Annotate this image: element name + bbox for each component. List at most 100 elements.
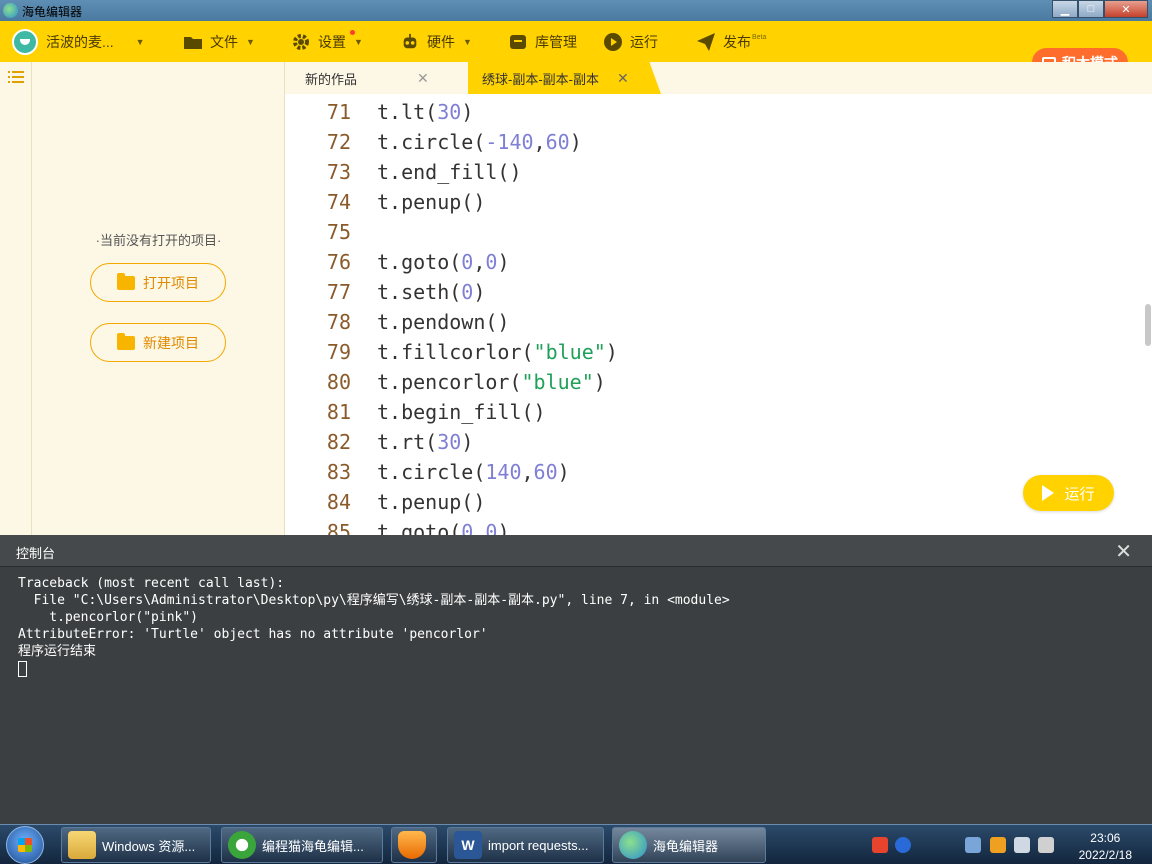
settings-menu[interactable]: 设置 ▼ bbox=[292, 21, 363, 62]
open-project-button[interactable]: 打开项目 bbox=[90, 263, 226, 302]
code-text: t.penup() bbox=[377, 190, 486, 214]
turtle-app-icon bbox=[3, 3, 18, 18]
taskbar-item-word[interactable]: W import requests... bbox=[447, 827, 604, 863]
new-project-button[interactable]: 新建项目 bbox=[90, 323, 226, 362]
display-icon[interactable] bbox=[1014, 837, 1030, 853]
library-label: 库管理 bbox=[535, 33, 577, 50]
code-text: t.pencorlor("blue") bbox=[377, 370, 606, 394]
chevron-down-icon: ▼ bbox=[463, 36, 472, 47]
clock[interactable]: 23:06 2022/2/18 bbox=[1079, 830, 1132, 864]
code-line[interactable]: 80 t.pencorlor("blue") bbox=[285, 367, 606, 397]
line-number: 78 bbox=[326, 310, 351, 334]
line-number: 74 bbox=[326, 190, 351, 214]
code-line[interactable]: 79 t.fillcorlor("blue") bbox=[285, 337, 618, 367]
window-title: 海龟编辑器 bbox=[22, 5, 83, 19]
close-window-button[interactable]: ✕ bbox=[1104, 0, 1148, 18]
taskbar-item-browser[interactable]: 编程猫海龟编辑... bbox=[221, 827, 383, 863]
code-line[interactable]: 74 t.penup() bbox=[285, 187, 485, 217]
console-line: Traceback (most recent call last): bbox=[18, 576, 285, 591]
code-line[interactable]: 77 t.seth(0) bbox=[285, 277, 485, 307]
run-menu-button[interactable]: 运行 bbox=[604, 21, 658, 62]
beta-badge: Beta bbox=[752, 34, 767, 41]
taskbar-item-explorer[interactable]: Windows 资源... bbox=[61, 827, 211, 863]
minimize-button[interactable]: ▁ bbox=[1052, 0, 1078, 18]
help-icon[interactable] bbox=[895, 837, 911, 853]
start-button[interactable] bbox=[6, 826, 44, 864]
code-line[interactable]: 73 t.end_fill() bbox=[285, 157, 522, 187]
clock-date: 2022/2/18 bbox=[1078, 848, 1132, 862]
console-line: File "C:\Users\Administrator\Desktop\py\… bbox=[18, 593, 730, 608]
code-text: t.lt(30) bbox=[377, 100, 474, 124]
tab-new-work[interactable]: 新的作品 ✕ bbox=[285, 62, 468, 94]
code-text: t.fillcorlor("blue") bbox=[377, 340, 618, 364]
folder-plus-icon bbox=[117, 332, 135, 350]
publish-button[interactable]: 发布 Beta bbox=[697, 21, 766, 62]
sidebar-strip bbox=[0, 62, 32, 535]
tab-label: 绣球-副本-副本-副本 bbox=[482, 71, 599, 87]
hardware-menu[interactable]: 硬件 ▼ bbox=[401, 21, 472, 62]
code-editor[interactable]: 71 t.lt(30) 72 t.circle(-140,60) 73 t.end_fil… bbox=[285, 94, 1144, 535]
code-text: t.begin_fill() bbox=[377, 400, 546, 424]
code-text: t.circle(-140,60) bbox=[377, 130, 582, 154]
line-number: 79 bbox=[326, 340, 351, 364]
turtle-editor-icon bbox=[619, 831, 647, 859]
network-tray-icon[interactable] bbox=[965, 837, 981, 853]
line-number: 72 bbox=[326, 130, 351, 154]
code-line[interactable]: 83 t.circle(140,60) bbox=[285, 457, 570, 487]
maximize-button[interactable]: □ bbox=[1078, 0, 1104, 18]
window-controls: ▁ □ ✕ bbox=[1052, 0, 1148, 18]
security-tray-icon[interactable] bbox=[990, 837, 1006, 853]
taskbar-item-label: Windows 资源... bbox=[102, 838, 196, 854]
menu-list-icon[interactable] bbox=[8, 70, 24, 84]
console-output[interactable]: Traceback (most recent call last): File … bbox=[18, 575, 730, 677]
close-tab-icon[interactable]: ✕ bbox=[417, 70, 429, 87]
line-number: 82 bbox=[326, 430, 351, 454]
line-number: 83 bbox=[326, 460, 351, 484]
tab-label: 新的作品 bbox=[305, 71, 358, 87]
shield-app-icon bbox=[398, 831, 426, 859]
user-menu[interactable]: 活波的麦... ▼ bbox=[12, 21, 145, 62]
editor-scrollbar[interactable] bbox=[1144, 94, 1152, 535]
line-number: 81 bbox=[326, 400, 351, 424]
tab-hydrangea-copy[interactable]: 绣球-副本-副本-副本 ✕ bbox=[468, 62, 661, 94]
browser-icon bbox=[228, 831, 256, 859]
code-line[interactable]: 75 bbox=[285, 217, 377, 247]
taskbar-item-label: import requests... bbox=[488, 837, 589, 853]
code-line[interactable]: 85 t.goto(0,0) bbox=[285, 517, 510, 535]
avatar bbox=[12, 28, 38, 55]
taskbar-item-turtle-editor[interactable]: 海龟编辑器 bbox=[612, 827, 766, 863]
line-number: 84 bbox=[326, 490, 351, 514]
code-text: t.pendown() bbox=[377, 310, 510, 334]
taskbar-item-security[interactable] bbox=[391, 827, 437, 863]
play-icon bbox=[1042, 485, 1055, 501]
code-line[interactable]: 81 t.begin_fill() bbox=[285, 397, 546, 427]
console-header: 控制台 ✕ bbox=[0, 535, 1152, 567]
volume-muted-icon[interactable] bbox=[1038, 837, 1054, 853]
chevron-down-icon: ▼ bbox=[135, 36, 145, 47]
code-line[interactable]: 84 t.penup() bbox=[285, 487, 485, 517]
line-number: 75 bbox=[326, 220, 351, 244]
code-line[interactable]: 76 t.goto(0,0) bbox=[285, 247, 510, 277]
close-console-icon[interactable]: ✕ bbox=[1115, 539, 1132, 564]
robot-icon bbox=[401, 33, 419, 51]
code-line[interactable]: 71 t.lt(30) bbox=[285, 97, 473, 127]
no-project-message: ·当前没有打开的项目· bbox=[95, 233, 222, 248]
library-button[interactable]: 库管理 bbox=[509, 21, 577, 62]
line-number: 85 bbox=[326, 520, 351, 535]
new-project-label: 新建项目 bbox=[143, 334, 199, 351]
folder-icon bbox=[68, 831, 96, 859]
run-menu-label: 运行 bbox=[630, 33, 658, 50]
scroll-thumb[interactable] bbox=[1145, 304, 1151, 346]
sogou-input-icon[interactable] bbox=[872, 837, 888, 853]
folder-open-icon bbox=[117, 272, 135, 290]
file-menu[interactable]: 文件 ▼ bbox=[184, 21, 255, 62]
terminal-cursor bbox=[18, 660, 27, 677]
run-button[interactable]: 运行 bbox=[1023, 475, 1114, 511]
code-line[interactable]: 82 t.rt(30) bbox=[285, 427, 473, 457]
line-number: 80 bbox=[326, 370, 351, 394]
code-line[interactable]: 78 t.pendown() bbox=[285, 307, 510, 337]
close-tab-icon[interactable]: ✕ bbox=[617, 70, 629, 87]
window-titlebar: 海龟编辑器 ▁ □ ✕ bbox=[0, 0, 1152, 21]
run-button-label: 运行 bbox=[1064, 485, 1095, 503]
code-line[interactable]: 72 t.circle(-140,60) bbox=[285, 127, 582, 157]
